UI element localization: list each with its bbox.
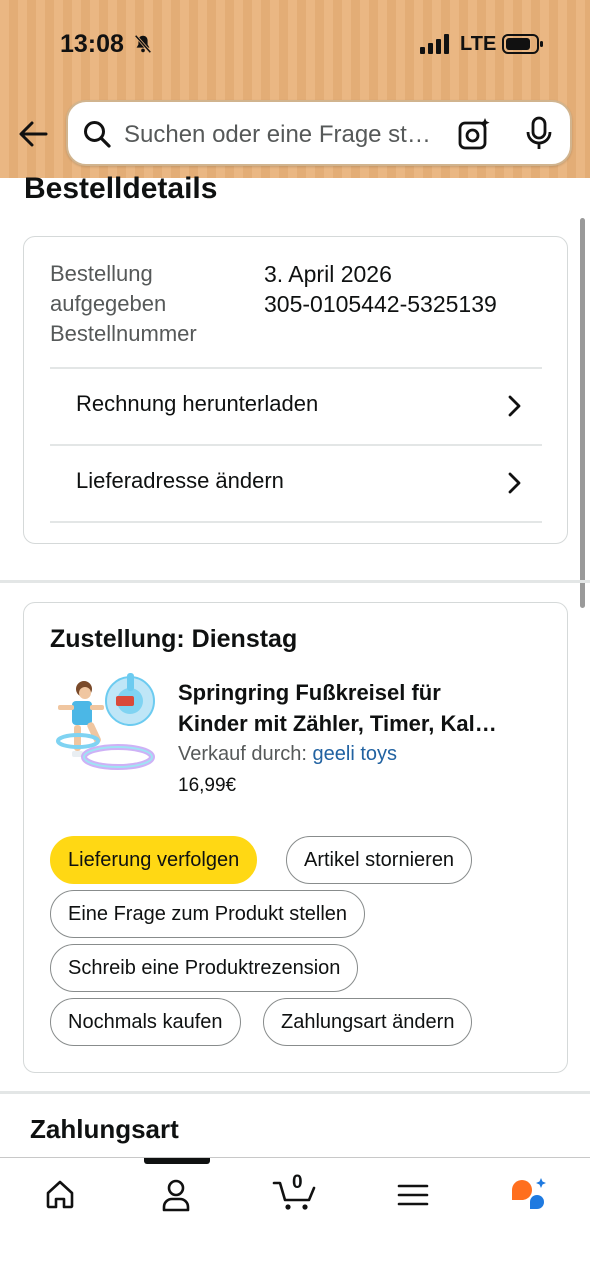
network-type: LTE xyxy=(460,33,497,55)
header: 13:08 LTE xyxy=(0,0,590,178)
download-invoice-link[interactable]: Rechnung herunterladen xyxy=(50,367,542,443)
seller-prefix: Verkauf durch: xyxy=(178,743,313,765)
cart-icon[interactable] xyxy=(272,1180,318,1212)
active-tab-indicator xyxy=(144,1158,210,1164)
track-delivery-button[interactable]: Lieferung verfolgen xyxy=(50,836,258,884)
delivery-card: Zustellung: Dienstag Springring Fußkreis… xyxy=(23,602,568,1073)
scrollbar[interactable] xyxy=(580,218,585,608)
seller-link[interactable]: geeli toys xyxy=(313,743,398,765)
menu-icon[interactable] xyxy=(397,1182,429,1208)
change-address-link[interactable]: Lieferadresse ändern xyxy=(50,444,542,520)
back-arrow-icon[interactable] xyxy=(16,117,50,151)
write-review-button[interactable]: Schreib eine Produktrezension xyxy=(50,944,359,992)
rufus-assistant-icon[interactable] xyxy=(508,1176,550,1214)
change-payment-button[interactable]: Zahlungsart ändern xyxy=(263,998,473,1046)
product-title-line1: Springring Fußkreisel für xyxy=(178,680,441,705)
signal-icon xyxy=(420,34,449,54)
seller-info: Verkauf durch: geeli toys xyxy=(178,743,397,766)
order-date: 3. April 2026 xyxy=(264,261,392,287)
order-values: 3. April 2026 305-0105442-5325139 xyxy=(264,259,497,319)
row-divider xyxy=(50,521,542,523)
order-number-label: Bestellnummer xyxy=(50,321,197,346)
product-price: 16,99€ xyxy=(178,775,237,796)
download-invoice-label: Rechnung herunterladen xyxy=(76,391,319,416)
product-image[interactable] xyxy=(48,671,160,781)
order-date-label-line2: aufgegeben xyxy=(50,291,167,316)
cancel-item-button[interactable]: Artikel stornieren xyxy=(286,836,473,884)
chevron-right-icon xyxy=(508,395,521,417)
chevron-right-icon xyxy=(508,472,521,494)
bell-muted-icon xyxy=(134,34,152,54)
delivery-title: Zustellung: Dienstag xyxy=(50,625,298,653)
microphone-icon[interactable] xyxy=(524,116,554,152)
payment-heading: Zahlungsart xyxy=(30,1114,179,1144)
search-bar[interactable] xyxy=(66,100,572,166)
camera-lens-icon[interactable] xyxy=(456,116,492,152)
order-info-card: Bestellung aufgegeben Bestellnummer 3. A… xyxy=(23,236,568,544)
search-icon xyxy=(84,121,111,148)
product-title-line2: Kinder mit Zähler, Timer, Kal… xyxy=(178,711,497,736)
search-input[interactable] xyxy=(124,120,444,150)
status-time: 13:08 xyxy=(60,30,124,58)
order-labels: Bestellung aufgegeben Bestellnummer xyxy=(50,259,250,349)
product-title[interactable]: Springring Fußkreisel für Kinder mit Zäh… xyxy=(178,677,548,739)
home-icon[interactable] xyxy=(44,1178,76,1210)
buy-again-button[interactable]: Nochmals kaufen xyxy=(50,998,241,1046)
battery-icon xyxy=(502,34,543,54)
bottom-nav: 0 xyxy=(0,1157,590,1280)
section-divider xyxy=(0,580,590,583)
order-date-label-line1: Bestellung xyxy=(50,261,153,286)
section-divider xyxy=(0,1091,590,1094)
order-number: 305-0105442-5325139 xyxy=(264,291,497,317)
ask-question-button[interactable]: Eine Frage zum Produkt stellen xyxy=(50,890,366,938)
page-title: Bestelldetails xyxy=(24,172,218,205)
account-icon[interactable] xyxy=(160,1178,192,1212)
change-address-label: Lieferadresse ändern xyxy=(76,468,284,493)
